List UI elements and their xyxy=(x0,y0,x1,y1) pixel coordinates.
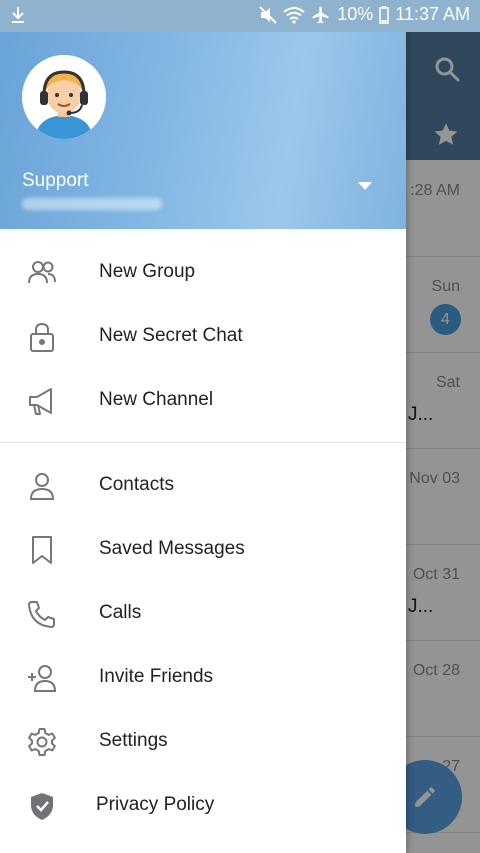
battery-percent: 10% xyxy=(337,4,374,24)
menu-item-new-group[interactable]: New Group xyxy=(0,240,406,304)
menu-item-label: New Channel xyxy=(99,389,214,410)
group-icon xyxy=(28,261,56,284)
menu-divider xyxy=(0,442,406,443)
lock-icon xyxy=(30,322,54,352)
menu-item-label: Saved Messages xyxy=(99,538,245,559)
wifi-icon xyxy=(283,6,305,24)
menu-item-label: Contacts xyxy=(99,474,174,495)
chevron-down-icon[interactable] xyxy=(358,182,372,190)
menu-item-label: Invite Friends xyxy=(99,666,214,687)
mute-icon xyxy=(259,5,277,24)
gear-icon xyxy=(28,728,56,756)
profile-name: Support xyxy=(22,170,89,191)
battery-icon xyxy=(379,5,390,24)
menu-item-label: Privacy Policy xyxy=(96,794,215,815)
profile-phone xyxy=(22,198,162,210)
person-icon xyxy=(29,473,55,500)
menu-item-label: Settings xyxy=(99,730,168,751)
drawer-menu: New Group New Secret Chat New Channel Co… xyxy=(0,229,406,837)
clock: 11:37 AM xyxy=(395,4,470,24)
airplane-icon xyxy=(312,6,329,23)
phone-icon xyxy=(28,601,55,628)
support-agent-avatar-icon xyxy=(22,55,106,139)
menu-item-label: Calls xyxy=(99,602,142,623)
menu-item-contacts[interactable]: Contacts xyxy=(0,453,406,517)
menu-item-calls[interactable]: Calls xyxy=(0,581,406,645)
menu-item-new-channel[interactable]: New Channel xyxy=(0,368,406,432)
drawer-header: Support xyxy=(0,32,406,229)
bookmark-icon xyxy=(32,536,52,564)
shield-check-icon xyxy=(31,793,53,820)
menu-item-label: New Secret Chat xyxy=(99,325,243,346)
download-icon xyxy=(12,7,24,23)
profile-avatar[interactable] xyxy=(22,55,106,139)
menu-item-privacy-policy[interactable]: Privacy Policy xyxy=(0,773,406,837)
add-person-icon xyxy=(28,665,57,692)
status-bar: 10% 11:37 AM xyxy=(0,0,480,32)
menu-item-saved-messages[interactable]: Saved Messages xyxy=(0,517,406,581)
menu-item-invite-friends[interactable]: Invite Friends xyxy=(0,645,406,709)
menu-item-new-secret-chat[interactable]: New Secret Chat xyxy=(0,304,406,368)
megaphone-icon xyxy=(29,388,52,415)
menu-item-settings[interactable]: Settings xyxy=(0,709,406,773)
navigation-drawer: Support New Group New Secret Chat New Ch… xyxy=(0,0,406,853)
menu-item-label: New Group xyxy=(99,261,196,282)
